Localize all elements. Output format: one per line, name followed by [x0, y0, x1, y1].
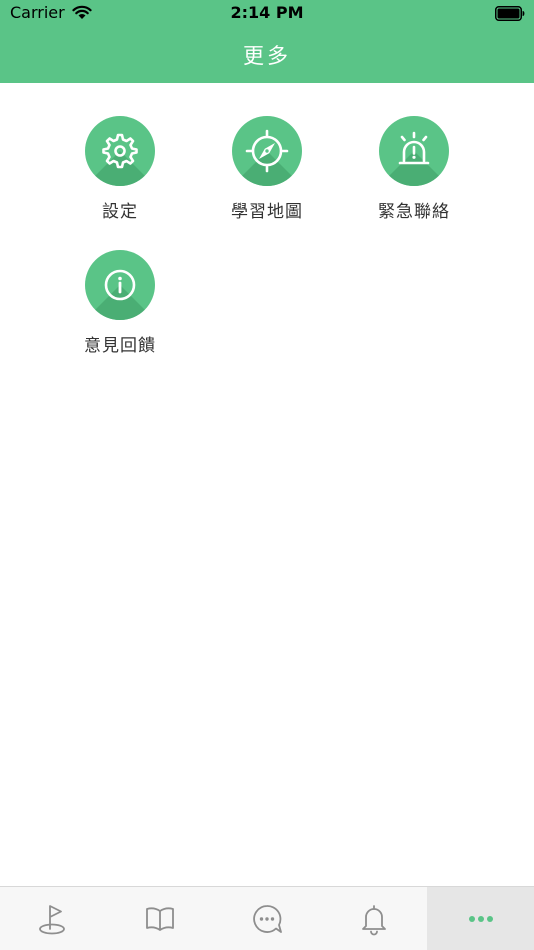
tab-more[interactable]	[427, 887, 534, 950]
battery-icon	[495, 6, 525, 21]
page-title: 更多	[243, 44, 291, 68]
status-bar: Carrier 2:14 PM	[0, 0, 534, 28]
golf-flag-icon	[39, 904, 66, 934]
feedback-icon-circle	[85, 250, 155, 320]
settings-label: 設定	[102, 202, 138, 222]
more-screen: Carrier 2:14 PM 更多 設定 學習地圖 緊急聯絡 意見回饋	[0, 0, 534, 950]
alarm-siren-icon	[398, 131, 430, 165]
feedback-label: 意見回饋	[84, 336, 156, 356]
feedback-button[interactable]: 意見回饋	[50, 250, 190, 356]
learning-map-icon-circle	[232, 116, 302, 186]
tab-chat[interactable]	[214, 887, 321, 950]
chat-bubble-icon	[253, 904, 282, 933]
more-dots-icon	[468, 915, 493, 922]
emergency-contact-icon-circle	[379, 116, 449, 186]
info-icon	[104, 269, 136, 301]
tab-book[interactable]	[107, 887, 214, 950]
learning-map-button[interactable]: 學習地圖	[197, 116, 337, 222]
bell-icon	[361, 904, 386, 935]
tab-notifications[interactable]	[320, 887, 427, 950]
settings-button[interactable]: 設定	[50, 116, 190, 222]
status-time: 2:14 PM	[230, 3, 304, 22]
learning-map-label: 學習地圖	[231, 202, 303, 222]
tab-golf[interactable]	[0, 887, 107, 950]
emergency-contact-label: 緊急聯絡	[378, 202, 450, 222]
tab-bar	[0, 886, 534, 950]
open-book-icon	[146, 906, 175, 931]
gear-icon	[102, 133, 138, 169]
emergency-contact-button[interactable]: 緊急聯絡	[344, 116, 484, 222]
settings-icon-circle	[85, 116, 155, 186]
compass-icon	[245, 129, 289, 173]
header: Carrier 2:14 PM 更多	[0, 0, 534, 83]
